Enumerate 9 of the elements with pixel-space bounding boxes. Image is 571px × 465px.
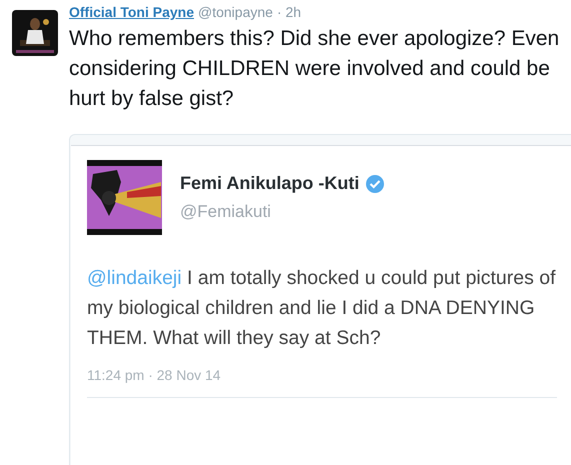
user-name-link[interactable]: Official Toni Payne bbox=[69, 4, 194, 21]
user-handle: @tonipayne bbox=[198, 4, 273, 21]
mention-link[interactable]: @lindaikeji bbox=[87, 267, 182, 289]
tweet-text: @lindaikeji I am totally shocked u could put pictures of my biological children and lie I did a DNA DENYING THEM. What will they say at Sch? bbox=[87, 266, 557, 351]
user-name: Femi Anikulapo -Kuti bbox=[180, 173, 360, 194]
tweet-text: Who remembers this? Did she ever apologize? Even considering CHILDREN were involved and could be hurt by false gist? bbox=[69, 26, 560, 112]
user-handle: @Femiakuti bbox=[180, 202, 272, 222]
tweet-time: · 2h bbox=[276, 4, 302, 21]
tweet-timestamp: 11:24 pm · 28 Nov 14 bbox=[87, 367, 222, 383]
